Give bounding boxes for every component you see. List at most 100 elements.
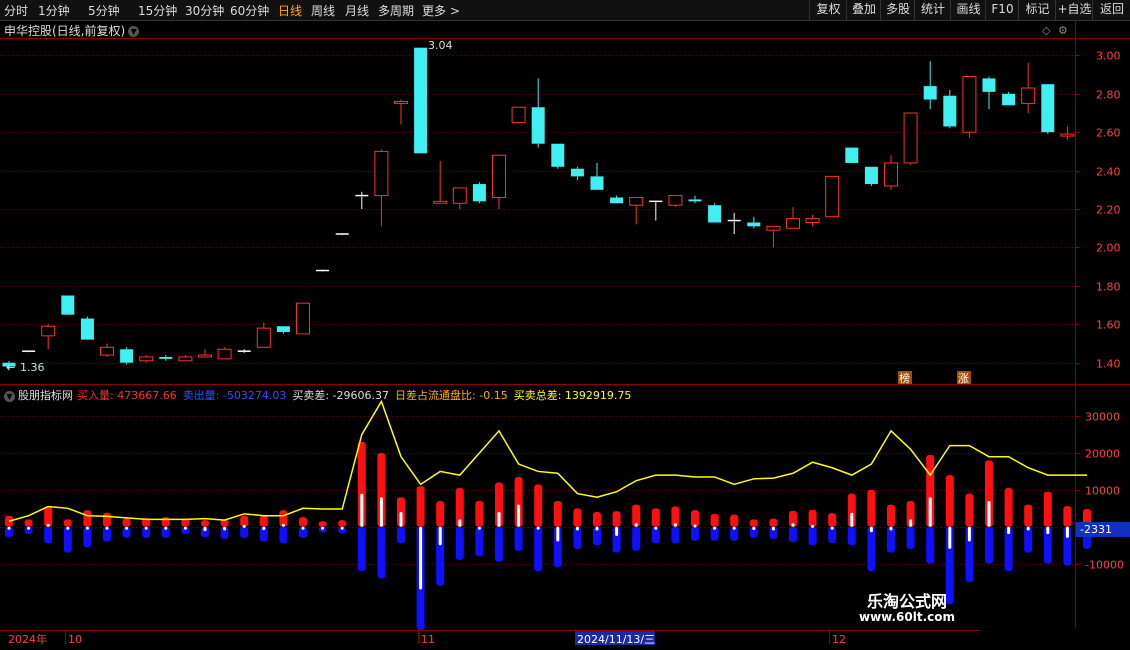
buy-bar <box>867 489 876 527</box>
diff-bar <box>66 526 70 530</box>
sell-bar <box>926 526 935 564</box>
candle-body <box>1060 133 1075 137</box>
candle-body <box>786 218 800 229</box>
diff-bar <box>615 526 619 536</box>
diff-bar <box>869 526 873 533</box>
buy-bar <box>1063 506 1072 527</box>
diff-bar <box>811 524 815 528</box>
diff-bar <box>791 523 795 527</box>
buy-bar <box>103 512 111 527</box>
diff-bar <box>575 526 579 531</box>
buy-bar <box>299 517 307 527</box>
price-tick-label: 1.60 <box>1096 319 1121 332</box>
diff-bar <box>850 512 854 527</box>
candle-body <box>198 354 212 358</box>
settings-icon[interactable]: ⚙ <box>1058 24 1068 37</box>
candle-body <box>570 168 584 177</box>
indicator-tick-label: -10000 <box>1085 559 1124 572</box>
sell-bar <box>377 526 386 579</box>
buy-bar <box>1004 488 1013 527</box>
diff-bar <box>438 526 442 546</box>
diff-bar <box>125 526 129 530</box>
sell-bar <box>887 526 895 553</box>
price-tick-label: 1.40 <box>1096 358 1121 371</box>
marker-zhang[interactable]: 涨 <box>958 372 969 385</box>
indicator-tick-label: 20000 <box>1085 448 1120 461</box>
diff-bar <box>105 526 109 530</box>
diff-bar <box>889 526 893 531</box>
candle-body <box>903 112 918 164</box>
sell-bar <box>397 526 405 544</box>
cursor-date-label: 2024/11/13/三 <box>577 633 655 646</box>
candle-body <box>139 356 154 362</box>
indicator-tick-label: 30000 <box>1085 411 1120 424</box>
buy-bar <box>651 508 660 527</box>
diff-bar <box>477 526 481 530</box>
buy-bar <box>730 514 739 527</box>
buy-bar <box>808 509 817 527</box>
candle-body <box>256 327 271 348</box>
buy-bar <box>573 508 582 527</box>
sell-bar <box>514 526 523 551</box>
buy-bar <box>593 512 601 527</box>
diff-bar <box>987 500 991 527</box>
candle-body <box>551 143 565 167</box>
buy-bar <box>338 520 347 527</box>
chart-canvas[interactable]: 3.00 2.80 2.60 2.40 2.20 2.00 1.80 1.60 1.40 300… <box>0 0 1130 650</box>
diff-bar <box>46 523 50 527</box>
buy-bar <box>1043 491 1052 527</box>
sell-bar <box>847 526 856 546</box>
date-label-oct: 10 <box>68 633 82 646</box>
buy-bar <box>828 513 837 527</box>
candle-body <box>668 195 683 206</box>
sell-bar <box>985 526 993 564</box>
diff-bar <box>556 526 560 542</box>
candle-body <box>805 218 820 223</box>
sell-bar <box>44 526 53 544</box>
candle-body <box>962 75 977 133</box>
diff-bar <box>379 497 383 527</box>
buy-bar <box>161 517 170 527</box>
diff-bar <box>967 526 971 542</box>
marker-bang[interactable]: 榜 <box>899 371 910 385</box>
diff-bar <box>321 526 325 530</box>
candle-body <box>884 162 898 187</box>
candle-body <box>511 106 526 124</box>
sell-bar <box>357 526 366 571</box>
diff-bar <box>242 524 246 528</box>
sell-bar <box>83 526 92 548</box>
diamond-icon[interactable]: ◇ <box>1042 24 1051 37</box>
sell-bar <box>240 526 249 538</box>
diff-bar <box>458 519 462 527</box>
candle-body <box>943 95 957 127</box>
buy-bar <box>769 518 778 527</box>
sell-bar <box>63 526 72 553</box>
buy-bar <box>945 475 954 527</box>
sell-bar <box>691 526 699 541</box>
candle-body <box>296 302 310 335</box>
buy-bar <box>63 519 72 527</box>
date-label-nov: 11 <box>421 633 435 646</box>
candle-body <box>217 348 232 360</box>
total-diff-line <box>8 399 1087 522</box>
sell-bar <box>455 526 464 560</box>
buy-bar <box>259 515 268 527</box>
candle-body <box>1041 84 1055 133</box>
diff-bar <box>1046 526 1050 535</box>
candle-body <box>61 295 75 315</box>
sell-bar <box>279 526 288 544</box>
diff-bar <box>654 526 658 530</box>
buy-bar <box>436 500 445 527</box>
buy-bar <box>122 518 131 527</box>
buy-bar <box>83 510 92 527</box>
candle-body <box>433 200 448 204</box>
sell-bar <box>632 526 641 551</box>
annotations: 3.04 ← 1.36 榜 涨 ◇ ⚙ -2331 <box>6 24 1130 537</box>
candle-body <box>864 166 878 185</box>
buy-bar <box>612 511 621 527</box>
candle-body <box>374 150 389 197</box>
diff-bar <box>634 523 638 527</box>
diff-bar <box>830 526 834 530</box>
date-axis: 2024年 10 11 2024/11/13/三 12 <box>8 631 846 646</box>
diff-bar <box>399 512 403 527</box>
